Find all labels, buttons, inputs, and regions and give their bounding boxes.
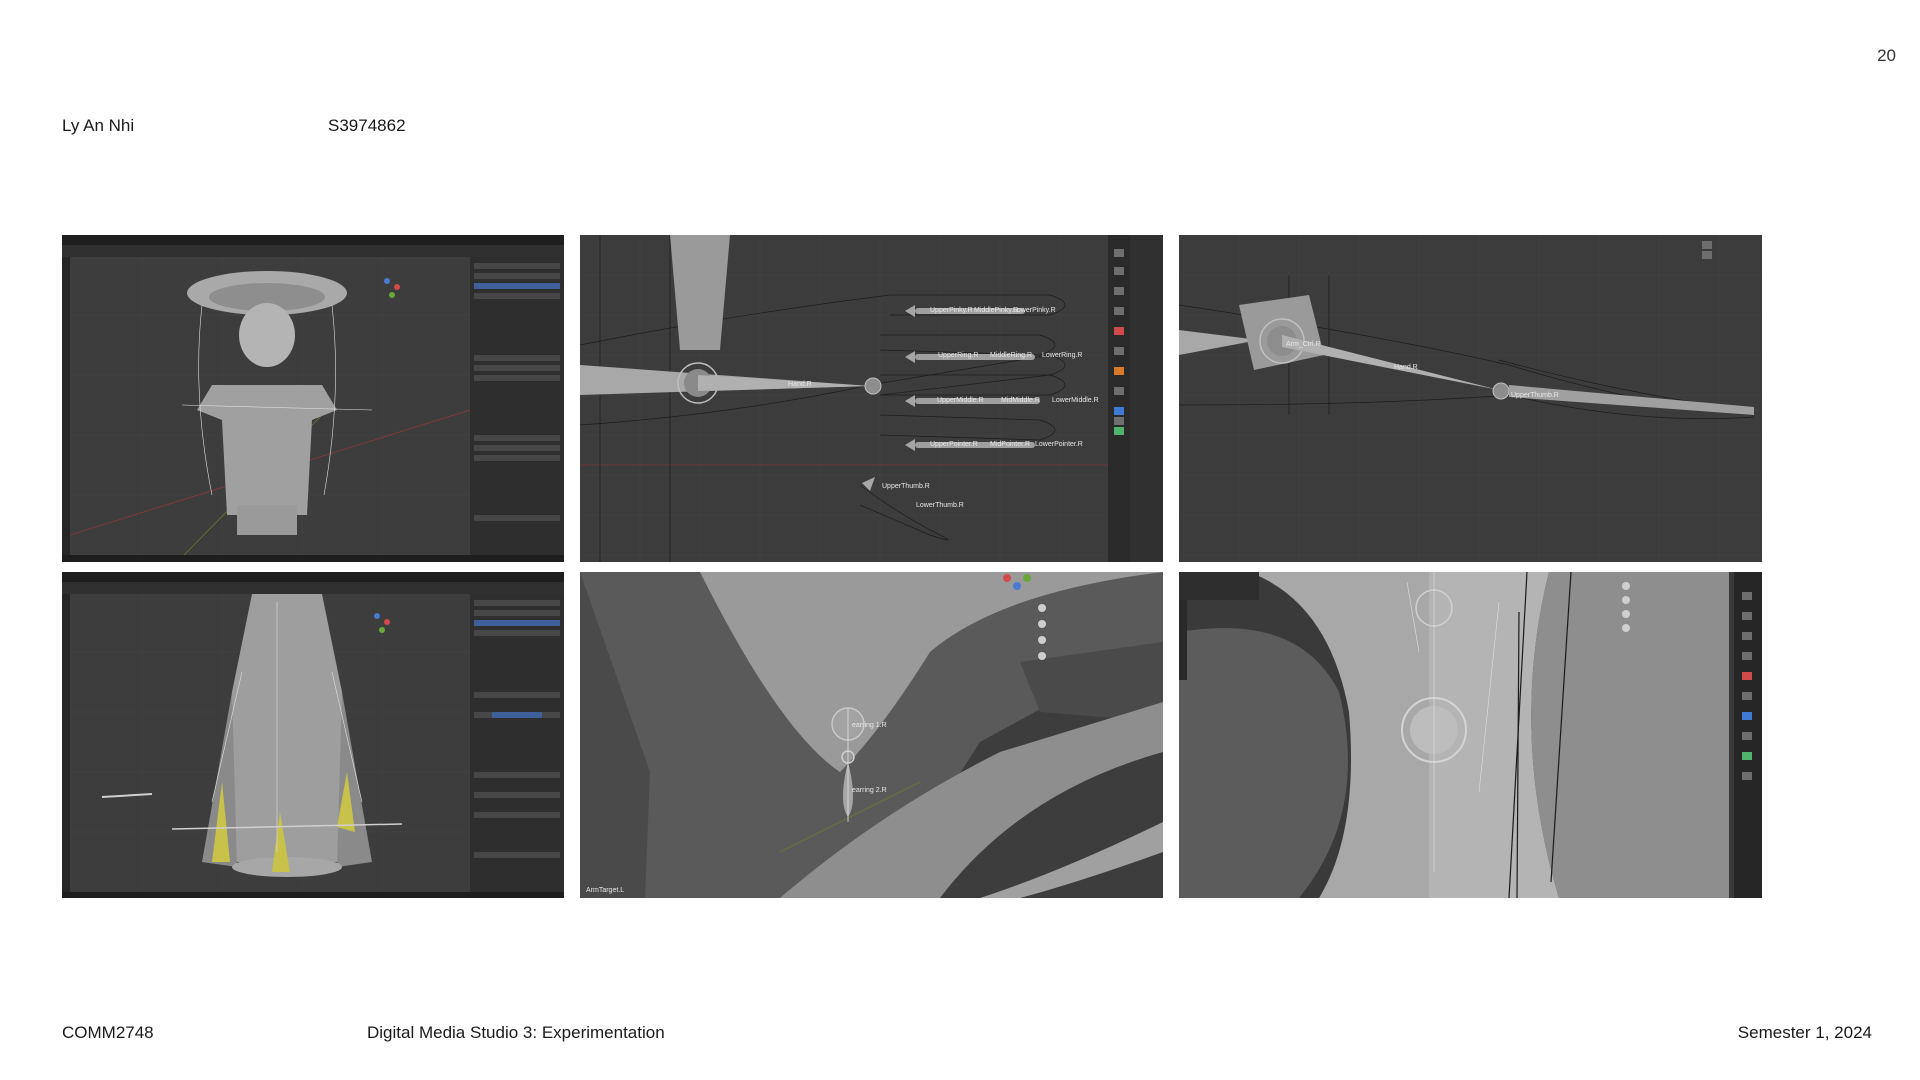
screenshot-earring-rig: earring 1.R earring 2.R ArmTarget.L	[580, 572, 1163, 898]
screenshot-blender-skirt-rig	[62, 572, 564, 898]
screenshot-hand-rig-front: UpperPinky.R MiddlePinky.R LowerPinky.R …	[580, 235, 1163, 562]
bone-label-earring-1: earring 1.R	[852, 722, 887, 729]
bone-label-lower-middle: LowerMiddle.R	[1052, 397, 1099, 404]
bone-label-lower-thumb: LowerThumb.R	[916, 502, 964, 509]
bone-label-earring-2: earring 2.R	[852, 787, 887, 794]
bone-label-arm-target: ArmTarget.L	[586, 887, 624, 894]
bone-label-middle-pinky: MiddlePinky.R	[974, 307, 1018, 314]
bone-label-upper-pointer: UpperPointer.R	[930, 441, 978, 448]
bone-label-lower-pinky: LowerPinky.R	[1013, 307, 1056, 314]
bone-label-middle-ring: MiddleRing.R	[990, 352, 1032, 359]
bone-label-lower-pointer: LowerPointer.R	[1035, 441, 1083, 448]
bone-label-upper-pinky: UpperPinky.R	[930, 307, 973, 314]
bone-label-arm-ctrl: Arm_Ctrl.R	[1286, 341, 1321, 348]
screenshot-hand-rig-side: Arm_Ctrl.R Hand.R UpperThumb.R	[1179, 235, 1762, 562]
footer-semester: Semester 1, 2024	[1737, 1023, 1872, 1042]
bone-label-upper-ring: UpperRing.R	[938, 352, 978, 359]
bone-label-middle-pointer: MidPointer.R	[990, 441, 1030, 448]
author-name: Ly An Nhi	[62, 116, 135, 135]
bone-label-middle-middle: MidMiddle.R	[1001, 397, 1040, 404]
bone-label-upper-thumb-side: UpperThumb.R	[1511, 392, 1559, 399]
bone-label-hand-side: Hand.R	[1394, 364, 1418, 371]
page-number: 20	[1877, 46, 1896, 65]
screenshot-blender-character-rig	[62, 235, 564, 562]
screenshot-necklace-rig	[1179, 572, 1762, 898]
footer-course-code: COMM2748	[62, 1023, 154, 1042]
bone-label-hand: Hand.R	[788, 381, 812, 388]
student-id: S3974862	[328, 116, 406, 135]
bone-label-lower-ring: LowerRing.R	[1042, 352, 1082, 359]
bone-label-upper-thumb: UpperThumb.R	[882, 483, 930, 490]
footer-course-title: Digital Media Studio 3: Experimentation	[367, 1023, 665, 1042]
bone-label-upper-middle: UpperMiddle.R	[937, 397, 984, 404]
